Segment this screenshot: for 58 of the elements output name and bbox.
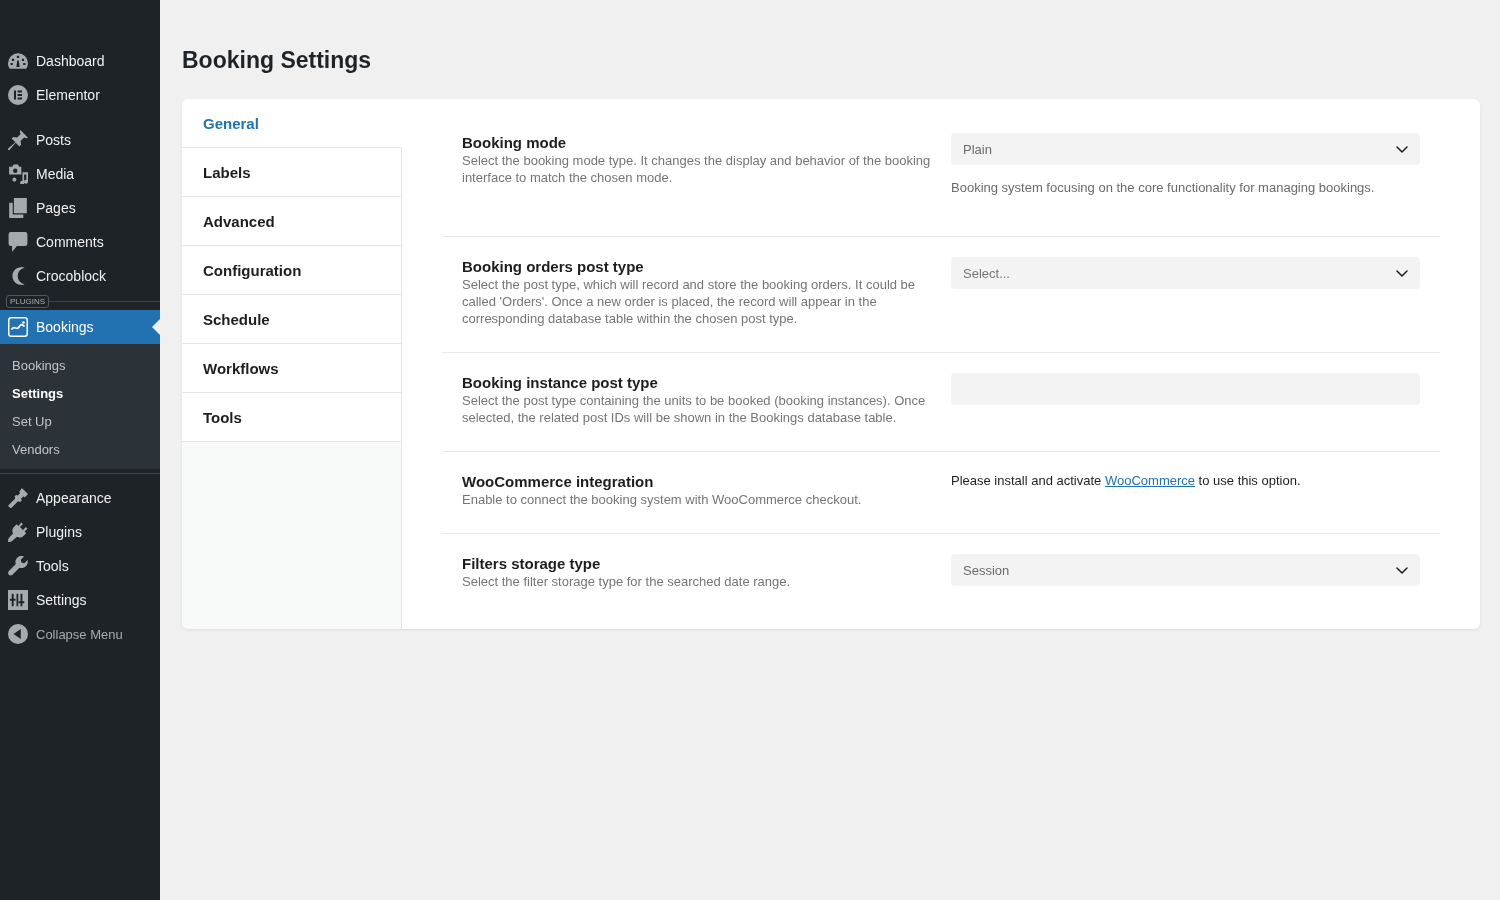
select-field[interactable]: Session — [951, 554, 1420, 586]
tab[interactable]: Schedule — [182, 295, 402, 344]
circle-e-icon — [8, 85, 28, 105]
notice-text: Please install and activate WooCommerce to use this option. — [951, 472, 1302, 489]
tab[interactable]: Configuration — [182, 246, 402, 295]
collapse-arrow-icon — [8, 624, 28, 644]
setting-label: WooCommerce integration — [462, 472, 655, 491]
setting-label: Booking orders post type — [462, 257, 645, 276]
sidebar-menu-item[interactable]: Pages — [0, 191, 160, 225]
sidebar-menu-item[interactable]: Media — [0, 157, 160, 191]
page-title: Booking Settings — [182, 46, 373, 75]
select-field[interactable]: Plain — [951, 133, 1420, 165]
sidebar-menu-item[interactable]: Comments — [0, 225, 160, 259]
tab[interactable]: Tools — [182, 393, 402, 442]
setting-description: Select the filter storage type for the searched date range. — [462, 573, 792, 590]
sidebar-menu-item[interactable]: Appearance — [0, 481, 160, 515]
section-label: PLUGINS — [6, 295, 50, 308]
pointer-icon — [152, 319, 160, 335]
paintbrush-icon — [8, 488, 28, 508]
setting-description: Select the post type containing the units to be booked (booking instances). Once selected, the related post IDs will be shown in the Bookings database table. — [462, 392, 927, 426]
setting-description: Select the booking mode type. It changes the display and behavior of the booking interface to match the chosen mode. — [462, 152, 931, 186]
setting-label: Filters storage type — [462, 554, 602, 573]
sidebar-menu-item[interactable]: Bookings — [0, 310, 160, 344]
sidebar-menu-item[interactable]: Dashboard — [0, 44, 160, 78]
logo-icon — [8, 317, 28, 337]
camera-music-icon — [8, 164, 28, 184]
sidebar-menu-item[interactable]: Crocoblock — [0, 259, 160, 293]
submenu-item[interactable]: Bookings — [0, 351, 160, 379]
tab[interactable]: Workflows — [182, 344, 402, 393]
plug-icon — [8, 522, 28, 542]
setting-label: Booking instance post type — [462, 373, 659, 392]
chevron-down-icon — [1396, 566, 1408, 574]
chevron-down-icon — [1396, 269, 1408, 277]
sliders-icon — [8, 590, 28, 610]
submenu-item[interactable]: Vendors — [0, 435, 160, 463]
tab[interactable]: General — [182, 99, 402, 148]
sidebar-menu-item[interactable]: Plugins — [0, 515, 160, 549]
speech-bubble-icon — [8, 232, 28, 252]
pages-icon — [8, 198, 28, 218]
tab[interactable]: Advanced — [182, 197, 402, 246]
sidebar-menu-item[interactable]: Settings — [0, 583, 160, 617]
setting-label: Booking mode — [462, 133, 568, 152]
sidebar-menu-item[interactable]: Elementor — [0, 78, 160, 112]
collapse-menu-button[interactable]: Collapse Menu — [0, 617, 160, 651]
help-text: Booking system focusing on the core functionality for managing bookings. — [951, 179, 1376, 196]
setting-description: Enable to connect the booking system with WooCommerce checkout. — [462, 491, 863, 508]
submenu-item[interactable]: Settings — [0, 379, 160, 407]
setting-description: Select the post type, which will record and store the booking orders. It could be called 'Orders'. Once a new order is placed, the record will appear in the corresponding database table within the chosen post type. — [462, 276, 917, 327]
sidebar-menu-item[interactable]: Posts — [0, 123, 160, 157]
pushpin-icon — [8, 130, 28, 150]
chevron-down-icon — [1396, 145, 1408, 153]
sidebar-menu-item[interactable]: Tools — [0, 549, 160, 583]
submenu-item[interactable]: Set Up — [0, 407, 160, 435]
wrench-icon — [8, 556, 28, 576]
select-field[interactable]: Select... — [951, 257, 1420, 289]
plugin-link[interactable]: WooCommerce — [1104, 473, 1195, 488]
tab[interactable]: Labels — [182, 148, 402, 197]
gauge-icon — [8, 51, 28, 71]
